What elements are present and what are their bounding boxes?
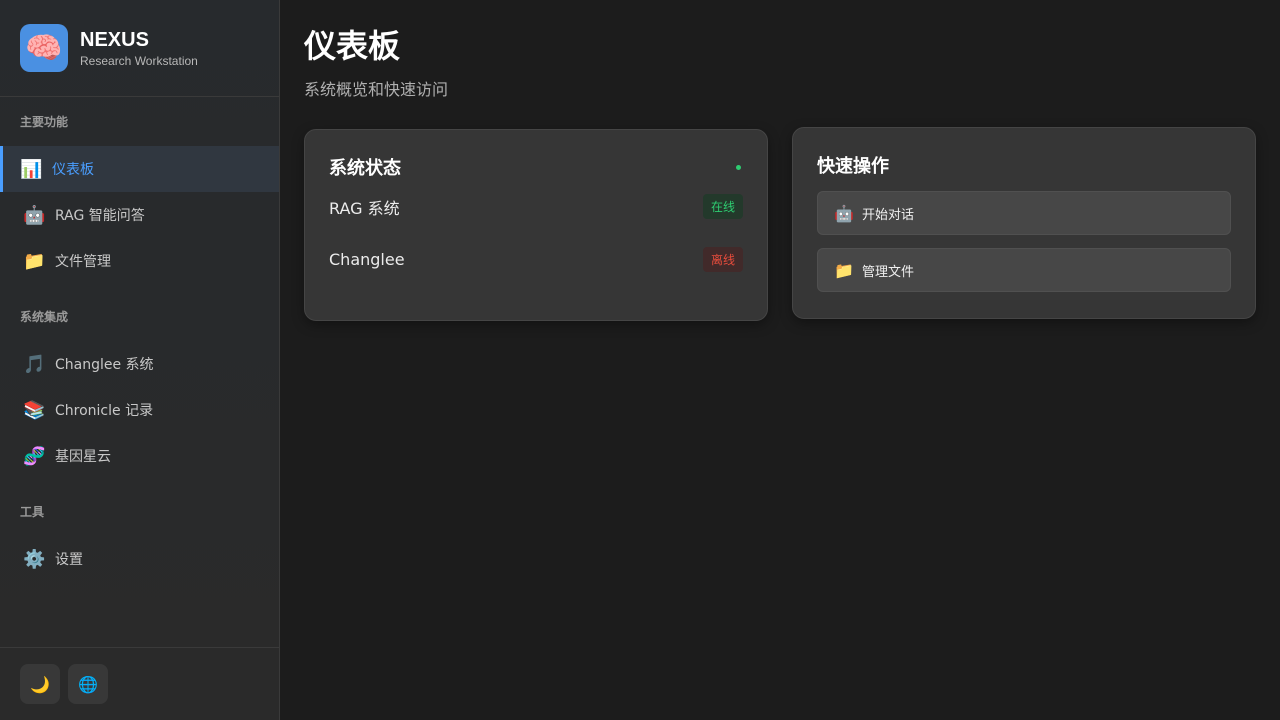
brain-logo-icon: 🧠 (20, 24, 68, 72)
theme-toggle-button[interactable]: 🌙 (20, 664, 60, 704)
dna-icon: 🧬 (23, 445, 46, 467)
card-title: 系统状态 (329, 158, 401, 179)
manage-files-button[interactable]: 📁 管理文件 (817, 248, 1231, 292)
brand-header: 🧠 NEXUS Research Workstation (0, 0, 279, 97)
sidebar-item-rag-qa[interactable]: 🤖 RAG 智能问答 (0, 192, 279, 238)
brand-name: NEXUS (80, 29, 149, 51)
folder-icon: 📁 (23, 250, 46, 272)
status-badge: 离线 (702, 247, 743, 272)
nav-section-tools: 工具 ⚙️ 设置 (0, 503, 279, 582)
sidebar-item-label: RAG 智能问答 (55, 208, 145, 224)
button-label: 管理文件 (862, 264, 915, 280)
sidebar-footer: 🌙 🌐 (0, 647, 279, 720)
globe-icon: 🌐 (78, 674, 98, 694)
robot-icon: 🤖 (834, 203, 854, 223)
moon-icon: 🌙 (30, 674, 50, 694)
card-grid: 系统状态 RAG 系统 在线 Changlee 离线 快速操作 🤖 开始对话 📁… (304, 127, 1256, 321)
music-note-icon: 🎵 (23, 353, 46, 375)
nav-section-title: 系统集成 (20, 310, 69, 324)
folder-icon: 📁 (834, 260, 854, 280)
sidebar-item-changlee[interactable]: 🎵 Changlee 系统 (0, 341, 279, 387)
nav-section-main: 主要功能 📊 仪表板 🤖 RAG 智能问答 📁 文件管理 (0, 113, 279, 284)
sidebar-item-label: 文件管理 (55, 254, 111, 270)
sidebar-item-label: 设置 (55, 552, 83, 568)
nav-section-title: 工具 (20, 505, 45, 519)
sidebar-item-label: 仪表板 (52, 162, 94, 178)
start-chat-button[interactable]: 🤖 开始对话 (817, 191, 1231, 235)
system-name: RAG 系统 (329, 198, 400, 218)
card-title: 快速操作 (817, 156, 889, 177)
status-row-rag: RAG 系统 在线 (329, 180, 743, 233)
quick-actions-card: 快速操作 🤖 开始对话 📁 管理文件 (792, 127, 1256, 319)
page-title: 仪表板 (304, 27, 401, 65)
status-row-changlee: Changlee 离线 (329, 233, 743, 286)
nav-section-title: 主要功能 (20, 115, 69, 129)
books-icon: 📚 (23, 399, 46, 421)
sidebar: 🧠 NEXUS Research Workstation 主要功能 📊 仪表板 … (0, 0, 280, 720)
brand-subtitle: Research Workstation (80, 54, 198, 68)
page-subtitle: 系统概览和快速访问 (304, 80, 449, 99)
sidebar-item-dashboard[interactable]: 📊 仪表板 (0, 146, 279, 192)
gear-icon: ⚙️ (23, 548, 46, 570)
main-content: 仪表板 系统概览和快速访问 系统状态 RAG 系统 在线 Changlee 离线 (280, 0, 1280, 720)
sidebar-item-label: Chronicle 记录 (55, 403, 154, 419)
button-label: 开始对话 (862, 207, 915, 223)
bar-chart-icon: 📊 (20, 158, 43, 180)
language-button[interactable]: 🌐 (68, 664, 108, 704)
robot-icon: 🤖 (23, 204, 46, 226)
sidebar-item-label: 基因星云 (55, 449, 111, 465)
sidebar-item-label: Changlee 系统 (55, 357, 154, 373)
status-indicator-dot (736, 164, 741, 170)
sidebar-item-gene-nebula[interactable]: 🧬 基因星云 (0, 433, 279, 479)
app-window: 🧠 NEXUS Research Workstation 主要功能 📊 仪表板 … (0, 0, 1280, 720)
nav-section-integrations: 系统集成 🎵 Changlee 系统 📚 Chronicle 记录 🧬 基因星云 (0, 308, 279, 479)
sidebar-item-files[interactable]: 📁 文件管理 (0, 238, 279, 284)
sidebar-item-settings[interactable]: ⚙️ 设置 (0, 536, 279, 582)
sidebar-item-chronicle[interactable]: 📚 Chronicle 记录 (0, 387, 279, 433)
system-name: Changlee (329, 250, 405, 269)
status-badge: 在线 (702, 194, 743, 219)
system-status-card: 系统状态 RAG 系统 在线 Changlee 离线 (304, 129, 768, 321)
